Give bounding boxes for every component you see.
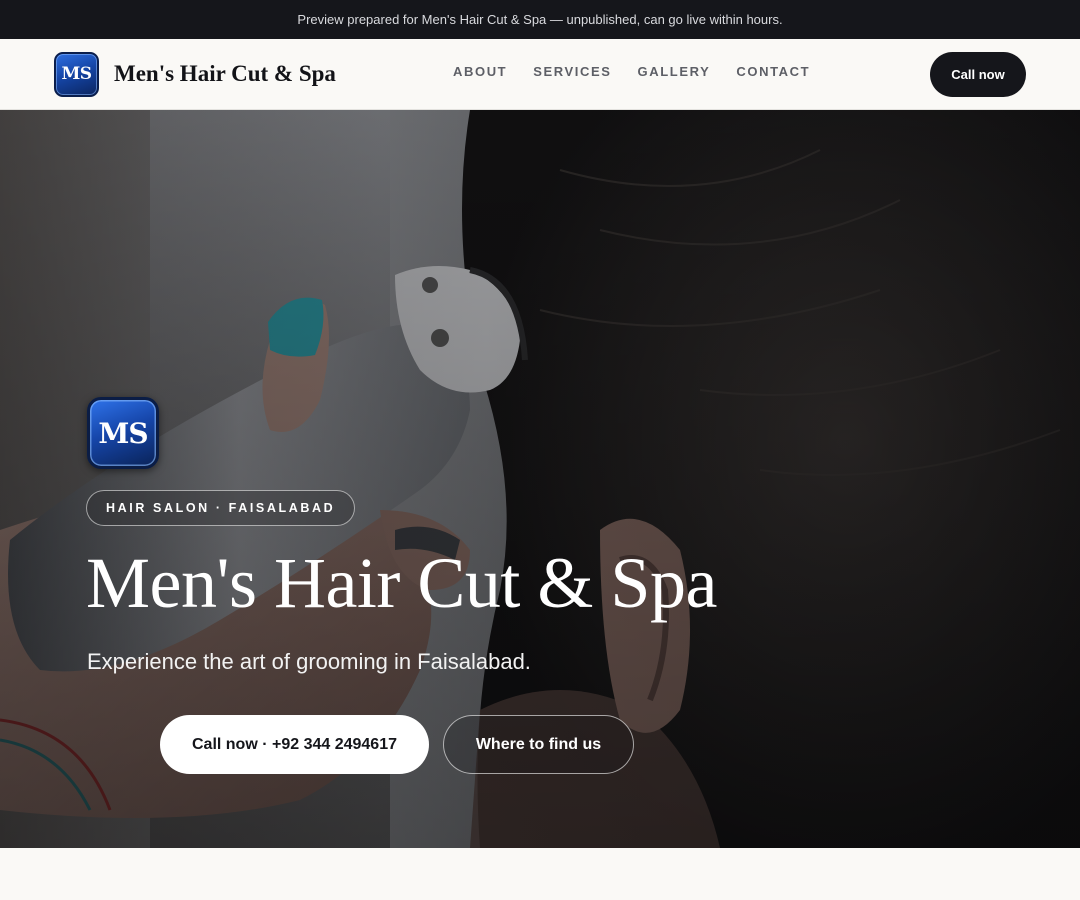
next-section — [0, 848, 1080, 900]
brand-link[interactable]: MS Men's Hair Cut & Spa — [54, 51, 336, 97]
site-header: MS Men's Hair Cut & Spa ABOUT SERVICES G… — [0, 39, 1080, 110]
hero-section: MS HAIR SALON · FAISALABAD Men's Hair Cu… — [0, 110, 1080, 848]
nav-item-gallery[interactable]: GALLERY — [638, 64, 711, 79]
header-call-button[interactable]: Call now — [930, 52, 1026, 97]
brand-name: Men's Hair Cut & Spa — [114, 61, 336, 86]
where-to-find-us-button[interactable]: Where to find us — [443, 715, 634, 774]
hero-logo-icon: MS — [87, 397, 159, 469]
preview-banner-text: Preview prepared for Men's Hair Cut & Sp… — [297, 12, 783, 27]
nav-item-about[interactable]: ABOUT — [453, 64, 507, 79]
hero-logo-text: MS — [98, 416, 148, 450]
category-badge: HAIR SALON · FAISALABAD — [86, 490, 356, 526]
nav-item-contact[interactable]: CONTACT — [736, 64, 810, 79]
category-badge-text: HAIR SALON · FAISALABAD — [106, 501, 336, 515]
hero-subtitle: Experience the art of grooming in Faisal… — [87, 649, 531, 674]
nav-item-services[interactable]: SERVICES — [533, 64, 611, 79]
logo-text: MS — [61, 64, 92, 84]
logo-icon: MS — [54, 51, 99, 97]
preview-banner: Preview prepared for Men's Hair Cut & Sp… — [0, 0, 1080, 39]
main-nav: ABOUT SERVICES GALLERY CONTACT — [453, 64, 810, 79]
call-now-phone-button[interactable]: Call now · +92 344 2494617 — [160, 715, 429, 774]
hero-title: Men's Hair Cut & Spa — [86, 543, 717, 623]
